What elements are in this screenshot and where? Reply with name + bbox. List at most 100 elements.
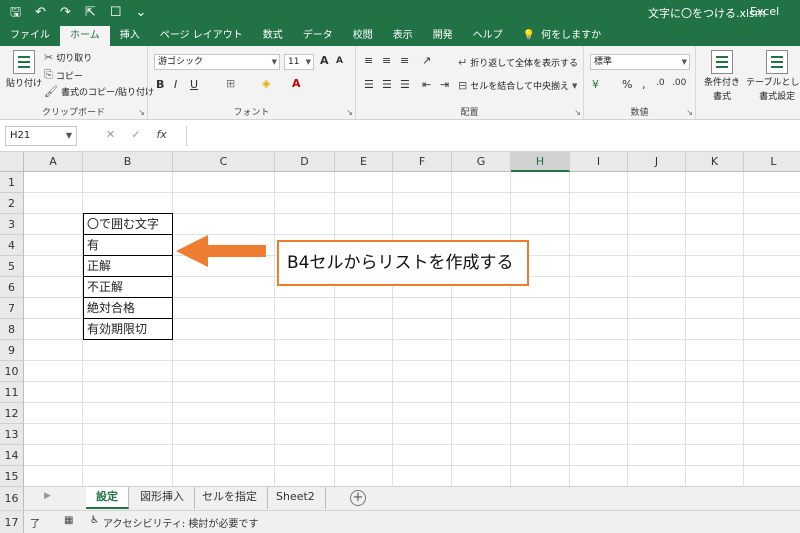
column-header[interactable]: G bbox=[452, 152, 511, 172]
row-header[interactable]: 11 bbox=[0, 382, 24, 403]
tab-file[interactable]: ファイル bbox=[0, 26, 60, 46]
currency-icon[interactable]: ¥ bbox=[592, 78, 599, 91]
align-center-icon[interactable]: ☰ bbox=[382, 78, 392, 91]
tab-review[interactable]: 校閲 bbox=[343, 26, 383, 46]
customize-qat-icon[interactable]: ⌄ bbox=[135, 4, 146, 22]
insert-function-icon[interactable]: fx bbox=[156, 128, 166, 141]
save-icon[interactable]: 🖫 bbox=[10, 4, 21, 22]
column-header[interactable]: K bbox=[686, 152, 744, 172]
enter-icon[interactable]: ✓ bbox=[131, 128, 140, 141]
tab-data[interactable]: データ bbox=[293, 26, 343, 46]
font-color-icon[interactable]: A bbox=[292, 77, 301, 90]
sheet-tab-settings[interactable]: 設定 bbox=[86, 487, 129, 509]
sheet-tab-specify-cell[interactable]: セルを指定 bbox=[192, 487, 268, 509]
underline-icon[interactable]: U bbox=[190, 78, 198, 91]
tab-help[interactable]: ヘルプ bbox=[463, 26, 513, 46]
undo-icon[interactable]: ↶ bbox=[35, 4, 46, 22]
row-header[interactable]: 2 bbox=[0, 193, 24, 214]
paste-button[interactable]: 貼り付け bbox=[6, 50, 42, 89]
comma-style-icon[interactable]: , bbox=[642, 78, 646, 91]
row-header[interactable]: 8 bbox=[0, 319, 24, 340]
format-painter-button[interactable]: 🖌 書式のコピー/貼り付け bbox=[44, 85, 154, 98]
bold-icon[interactable]: B bbox=[156, 78, 164, 91]
column-header[interactable]: L bbox=[744, 152, 800, 172]
row-header[interactable]: 3 bbox=[0, 214, 24, 235]
column-header[interactable]: A bbox=[24, 152, 83, 172]
touch-mode-icon[interactable]: ☐ bbox=[110, 4, 122, 22]
italic-icon[interactable]: I bbox=[174, 78, 177, 91]
decrease-font-icon[interactable]: A bbox=[336, 56, 343, 66]
align-top-icon[interactable]: ≡ bbox=[364, 54, 373, 67]
dialog-launcher-icon[interactable]: ↘ bbox=[346, 108, 353, 117]
row-header[interactable]: 1 bbox=[0, 172, 24, 193]
align-middle-icon[interactable]: ≡ bbox=[382, 54, 391, 67]
row-header[interactable]: 9 bbox=[0, 340, 24, 361]
tell-me-box[interactable]: 💡 何をしますか bbox=[513, 26, 611, 46]
row-header[interactable]: 5 bbox=[0, 256, 24, 277]
tab-formulas[interactable]: 数式 bbox=[253, 26, 293, 46]
sheet-tab-sheet2[interactable]: Sheet2 bbox=[266, 487, 326, 509]
font-size-select[interactable]: 11 ▼ bbox=[284, 54, 314, 70]
cell-b5[interactable]: 正解 bbox=[83, 256, 173, 277]
column-header[interactable]: B bbox=[83, 152, 173, 172]
number-format-select[interactable]: 標準 ▼ bbox=[590, 54, 690, 70]
orientation-icon[interactable]: ↗ bbox=[422, 54, 431, 67]
column-header[interactable]: C bbox=[173, 152, 275, 172]
dialog-launcher-icon[interactable]: ↘ bbox=[686, 108, 693, 117]
column-header[interactable]: H bbox=[511, 152, 570, 172]
percent-icon[interactable]: % bbox=[622, 78, 632, 91]
cell-b3[interactable]: 〇で囲む文字 bbox=[83, 213, 173, 235]
row-header[interactable]: 10 bbox=[0, 361, 24, 382]
row-header[interactable]: 16 bbox=[0, 487, 24, 511]
cancel-icon[interactable]: ✕ bbox=[106, 128, 115, 141]
column-header[interactable]: D bbox=[275, 152, 335, 172]
row-header[interactable]: 7 bbox=[0, 298, 24, 319]
row-header[interactable]: 15 bbox=[0, 466, 24, 486]
font-name-select[interactable]: 游ゴシック ▼ bbox=[154, 54, 280, 70]
align-bottom-icon[interactable]: ≡ bbox=[400, 54, 409, 67]
tab-view[interactable]: 表示 bbox=[383, 26, 423, 46]
merge-center-button[interactable]: ⊟ セルを結合して中央揃え ▼ bbox=[458, 79, 577, 92]
formula-input[interactable] bbox=[186, 126, 800, 146]
cut-button[interactable]: ✂ 切り取り bbox=[44, 51, 92, 64]
row-header[interactable]: 13 bbox=[0, 424, 24, 445]
worksheet-grid[interactable]: ABCDEFGHIJKL 1 2 3 4 5 6 7 8 9 10 11 12 13 14 15 〇で囲む文… bbox=[0, 152, 800, 486]
align-left-icon[interactable]: ☰ bbox=[364, 78, 374, 91]
redo-icon[interactable]: ↷ bbox=[60, 4, 71, 22]
fill-color-icon[interactable]: ◈ bbox=[262, 77, 270, 90]
column-header[interactable]: E bbox=[335, 152, 393, 172]
cell-b7[interactable]: 絶対合格 bbox=[83, 298, 173, 319]
accessibility-status[interactable]: ♿ アクセシビリティ: 検討が必要です bbox=[90, 515, 258, 530]
cell-b8[interactable]: 有効期限切 bbox=[83, 319, 173, 340]
decrease-decimal-icon[interactable]: .00 bbox=[672, 78, 686, 88]
dialog-launcher-icon[interactable]: ↘ bbox=[574, 108, 581, 117]
wrap-text-button[interactable]: ↵ 折り返して全体を表示する bbox=[458, 56, 578, 69]
format-as-table-button[interactable]: テーブルとして 書式設定 bbox=[746, 50, 800, 102]
increase-indent-icon[interactable]: ⇥ bbox=[440, 78, 449, 91]
cell-b4[interactable]: 有 bbox=[83, 235, 173, 256]
dialog-launcher-icon[interactable]: ↘ bbox=[138, 108, 145, 117]
sheet-tab-insert-shape[interactable]: 図形挿入 bbox=[130, 487, 195, 509]
add-sheet-button[interactable]: + bbox=[350, 490, 366, 506]
increase-font-icon[interactable]: A bbox=[320, 54, 329, 67]
copy-button[interactable]: ⎘ コピー bbox=[44, 68, 83, 82]
tab-developer[interactable]: 開発 bbox=[423, 26, 463, 46]
select-all-corner[interactable] bbox=[0, 152, 24, 172]
cell-b6[interactable]: 不正解 bbox=[83, 277, 173, 298]
decrease-indent-icon[interactable]: ⇤ bbox=[422, 78, 431, 91]
row-header[interactable]: 12 bbox=[0, 403, 24, 424]
conditional-formatting-button[interactable]: 条件付き 書式 bbox=[704, 50, 740, 102]
row-header[interactable]: 17 bbox=[0, 511, 24, 533]
pointer-mode-icon[interactable]: ⇱ bbox=[85, 4, 96, 22]
tab-insert[interactable]: 挿入 bbox=[110, 26, 150, 46]
sheet-nav-right-icon[interactable]: ▶ bbox=[44, 491, 51, 501]
tab-home[interactable]: ホーム bbox=[60, 26, 110, 46]
row-header[interactable]: 4 bbox=[0, 235, 24, 256]
name-box[interactable]: H21 ▼ bbox=[5, 126, 77, 146]
increase-decimal-icon[interactable]: .0 bbox=[656, 78, 665, 88]
align-right-icon[interactable]: ☰ bbox=[400, 78, 410, 91]
tab-page-layout[interactable]: ページ レイアウト bbox=[150, 26, 253, 46]
row-header[interactable]: 6 bbox=[0, 277, 24, 298]
column-header[interactable]: I bbox=[570, 152, 628, 172]
row-header[interactable]: 14 bbox=[0, 445, 24, 466]
